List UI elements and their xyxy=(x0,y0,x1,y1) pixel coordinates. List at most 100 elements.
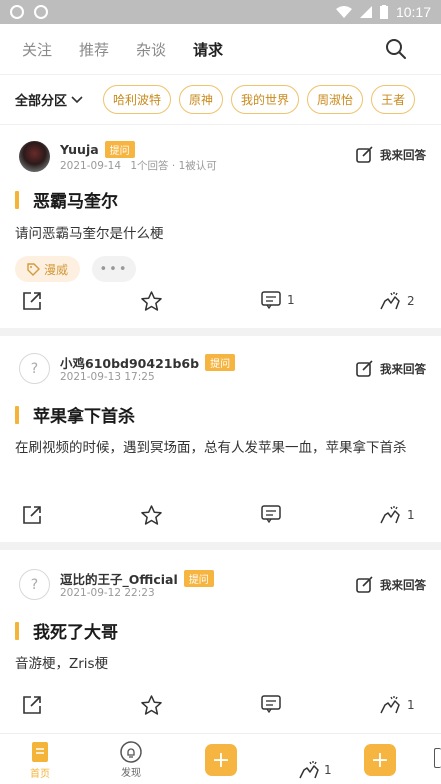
share-icon xyxy=(23,506,41,524)
clap-icon xyxy=(299,761,319,779)
favorite-button[interactable] xyxy=(141,695,162,715)
share-icon xyxy=(23,696,41,714)
question-title-text: 苹果拿下首杀 xyxy=(33,407,135,427)
answer-button[interactable]: 我来回答 xyxy=(356,146,426,164)
more-tags-button[interactable]: ••• xyxy=(92,256,136,282)
share-icon xyxy=(23,292,41,310)
username[interactable]: Yuuja xyxy=(60,142,99,157)
category-filter-row: 全部分区 哈利波特 原神 我的世界 周淑怡 王者 xyxy=(0,74,441,124)
question-card[interactable]: Yuuja 提问 2021-09-14 1个回答 · 1被认可 我来回答 恶霸马… xyxy=(0,124,441,328)
default-avatar-icon[interactable]: ? xyxy=(19,569,50,600)
partial-nav-icon xyxy=(434,748,441,768)
notification-icon xyxy=(10,5,24,19)
share-button[interactable] xyxy=(22,505,42,525)
answer-button[interactable]: 我来回答 xyxy=(356,576,426,594)
question-title[interactable]: 苹果拿下首杀 xyxy=(15,402,135,427)
lightbulb-icon xyxy=(120,741,142,763)
nav-home[interactable]: 首页 xyxy=(30,734,50,780)
clock: 10:17 xyxy=(395,4,431,20)
category-chips: 哈利波特 原神 我的世界 周淑怡 王者 xyxy=(103,85,441,114)
signal-icon xyxy=(359,6,372,18)
question-title-text: 我死了大哥 xyxy=(33,623,118,643)
question-title-text: 恶霸马奎尔 xyxy=(33,192,118,212)
answer-label: 我来回答 xyxy=(380,362,426,376)
username-row: 小鸡610bd90421b6b 提问 xyxy=(60,353,236,372)
like-button[interactable]: 1 xyxy=(379,505,415,525)
comment-button[interactable]: 1 xyxy=(261,291,295,309)
nav-home-label: 首页 xyxy=(30,769,50,780)
title-accent-bar xyxy=(15,190,19,209)
topic-tag[interactable]: 漫威 xyxy=(15,256,81,282)
chip-harry-potter[interactable]: 哈利波特 xyxy=(103,85,172,114)
nav-discover-label: 发现 xyxy=(121,768,141,779)
chip-honor-of-kings[interactable]: 王者 xyxy=(371,85,416,114)
chip-zhou-shuyi[interactable]: 周淑怡 xyxy=(307,85,364,114)
username-row: Yuuja 提问 xyxy=(60,141,135,158)
topic-tag-label: 漫威 xyxy=(44,262,69,277)
edit-icon xyxy=(356,146,373,163)
all-categories-dropdown[interactable]: 全部分区 xyxy=(0,90,103,109)
add-button[interactable]: + xyxy=(205,744,237,776)
username[interactable]: 小鸡610bd90421b6b xyxy=(60,353,199,372)
favorite-button[interactable] xyxy=(141,291,162,311)
chip-genshin[interactable]: 原神 xyxy=(179,85,224,114)
bottom-navigation: 首页 发现 + 1 + xyxy=(0,733,441,784)
question-title[interactable]: 我死了大哥 xyxy=(15,618,118,643)
share-button[interactable] xyxy=(22,291,42,311)
like-button[interactable]: 1 xyxy=(379,695,415,715)
question-badge: 提问 xyxy=(183,570,214,587)
question-card[interactable]: ? 逗比的王子_Official 提问 2021-09-12 22:23 我来回… xyxy=(0,550,441,733)
post-stats: 1个回答 · 1被认可 xyxy=(130,160,217,172)
tab-follow[interactable]: 关注 xyxy=(22,24,52,74)
nav-like-count: 1 xyxy=(324,763,332,777)
question-body[interactable]: 在刷视频的时候，遇到冥场面，总有人发苹果一血，苹果拿下首杀 xyxy=(15,435,426,461)
battery-icon xyxy=(379,5,388,19)
notification-icon-2 xyxy=(34,5,48,19)
like-button[interactable]: 2 xyxy=(379,291,415,311)
clap-icon xyxy=(380,696,400,714)
comment-count: 1 xyxy=(287,293,295,307)
nav-like[interactable]: 1 xyxy=(298,760,332,780)
tab-recommend-label: 推荐 xyxy=(79,40,110,59)
comment-button[interactable] xyxy=(261,505,287,523)
like-count: 2 xyxy=(407,294,415,308)
question-card[interactable]: ? 小鸡610bd90421b6b 提问 2021-09-13 17:25 我来… xyxy=(0,336,441,542)
like-count: 1 xyxy=(407,508,415,522)
post-date: 2021-09-14 xyxy=(60,160,122,172)
tag-icon xyxy=(27,262,40,276)
tab-request[interactable]: 请求 xyxy=(187,24,230,74)
question-title[interactable]: 恶霸马奎尔 xyxy=(15,187,118,212)
home-doc-icon xyxy=(32,742,48,762)
comment-button[interactable] xyxy=(261,695,287,713)
post-date: 2021-09-12 22:23 xyxy=(60,587,155,599)
comment-icon xyxy=(261,695,281,713)
tab-request-label: 请求 xyxy=(193,40,224,59)
question-body[interactable]: 请问恶霸马奎尔是什么梗 xyxy=(15,221,426,247)
chevron-down-icon xyxy=(71,95,83,103)
action-bar: 1 2 xyxy=(0,291,441,315)
add-button-2[interactable]: + xyxy=(364,744,396,776)
nav-discover[interactable]: 发现 xyxy=(119,734,143,779)
username-row: 逗比的王子_Official 提问 xyxy=(60,569,214,588)
question-body[interactable]: 音游梗，Zris梗 xyxy=(15,651,426,677)
star-icon xyxy=(141,695,162,715)
question-badge: 提问 xyxy=(104,141,135,158)
default-avatar-icon[interactable]: ? xyxy=(19,353,50,384)
favorite-button[interactable] xyxy=(141,505,162,525)
share-button[interactable] xyxy=(22,695,42,715)
edit-icon xyxy=(356,576,373,593)
answer-label: 我来回答 xyxy=(380,148,426,162)
avatar[interactable] xyxy=(19,141,50,172)
status-bar: 10:17 xyxy=(0,0,441,24)
action-bar: 1 xyxy=(0,505,441,529)
post-date: 2021-09-13 17:25 xyxy=(60,371,155,383)
chip-minecraft[interactable]: 我的世界 xyxy=(231,85,300,114)
tab-recommend[interactable]: 推荐 xyxy=(79,24,109,74)
tab-chat[interactable]: 杂谈 xyxy=(136,24,166,74)
answer-button[interactable]: 我来回答 xyxy=(356,360,426,378)
star-icon xyxy=(141,291,162,311)
title-accent-bar xyxy=(15,405,19,424)
question-badge: 提问 xyxy=(205,354,236,371)
username[interactable]: 逗比的王子_Official xyxy=(60,569,178,588)
search-icon[interactable] xyxy=(385,38,407,60)
